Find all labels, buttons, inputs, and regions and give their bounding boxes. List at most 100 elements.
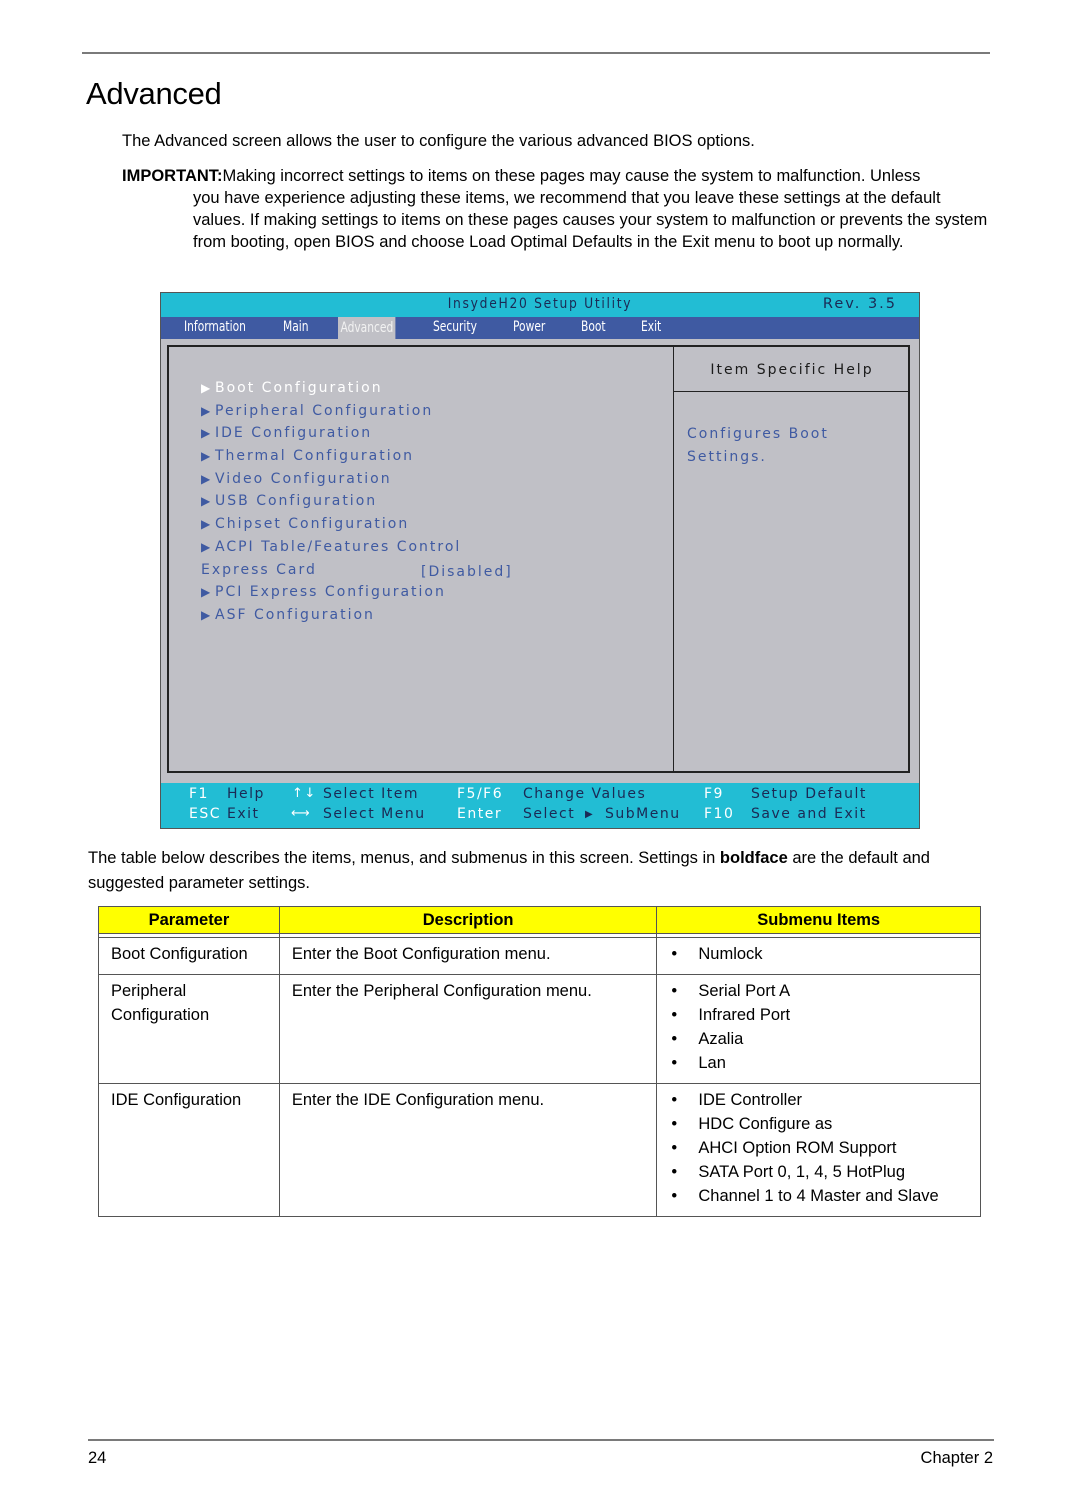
submenu-arrow-icon: ▶ xyxy=(201,539,213,554)
submenu-cell: IDE ControllerHDC Configure asAHCI Optio… xyxy=(656,1083,981,1217)
key-f5f6-desc: Change Values xyxy=(523,786,647,802)
bios-item-value[interactable]: [Disabled] xyxy=(421,564,513,580)
up-down-arrows-icon: ↑↓ xyxy=(292,786,317,801)
bios-item-label: ACPI Table/Features Control xyxy=(215,538,462,555)
help-line-1: Configures Boot xyxy=(687,426,829,442)
bottom-rule xyxy=(88,1439,994,1441)
important-note: IMPORTANT:Making incorrect settings to i… xyxy=(122,165,992,253)
key-f1: F1 xyxy=(189,786,209,802)
bios-main-panel: ▶ Boot Configuration ▶ Peripheral Configura… xyxy=(167,345,910,773)
bios-menu-item[interactable]: ▶ ACPI Table/Features Control xyxy=(201,539,461,562)
table-intro-pre: The table below describes the items, men… xyxy=(88,849,720,867)
submenu-list-item: Serial Port A xyxy=(669,979,968,1003)
bios-menu-item[interactable]: ▶ Boot Configuration xyxy=(201,380,461,403)
submenu-arrow-icon: ▶ xyxy=(201,403,213,418)
bios-menu-item[interactable]: ▶ Thermal Configuration xyxy=(201,448,461,471)
bios-menu-bar: Information Main Advanced Security Power… xyxy=(161,317,919,339)
menu-tab-exit[interactable]: Exit xyxy=(641,319,661,335)
parameter-table: Parameter Description Submenu Items Boot… xyxy=(98,906,981,1217)
table-row: Boot Configuration Enter the Boot Configu… xyxy=(98,937,981,975)
key-f9-desc: Setup Default xyxy=(751,786,867,802)
submenu-list: IDE ControllerHDC Configure asAHCI Optio… xyxy=(669,1088,968,1208)
key-enter: Enter xyxy=(457,806,503,822)
important-label: IMPORTANT: xyxy=(122,167,223,185)
key-f10-desc: Save and Exit xyxy=(751,806,867,822)
key-updown-desc: Select Item xyxy=(323,786,420,802)
bios-item-label: IDE Configuration xyxy=(215,425,373,442)
submenu-list-item: Azalia xyxy=(669,1027,968,1051)
key-legend-row-2: ESC Exit ⟷ Select Menu Enter Select ▶ Su… xyxy=(161,806,919,826)
submenu-list: Serial Port AInfrared PortAzaliaLan xyxy=(669,979,968,1075)
menu-tab-power[interactable]: Power xyxy=(513,319,545,335)
bios-item-label: Express Card xyxy=(201,561,317,578)
key-legend-row-1: F1 Help ↑↓ Select Item F5/F6 Change Valu… xyxy=(161,786,919,806)
important-first-line: Making incorrect settings to items on th… xyxy=(222,167,921,185)
bios-item-label: Chipset Configuration xyxy=(215,516,410,533)
bios-title: InsydeH20 Setup Utility xyxy=(447,296,633,312)
key-enter-desc: Select xyxy=(523,806,576,822)
submenu-list-item: HDC Configure as xyxy=(669,1112,968,1136)
submenu-arrow-icon: ▶ xyxy=(201,607,213,622)
help-text: Configures Boot Settings. xyxy=(687,423,907,469)
key-f5f6: F5/F6 xyxy=(457,786,504,802)
bios-item-label: Thermal Configuration xyxy=(215,448,415,465)
bios-menu-item[interactable]: ▶ PCI Express Configuration xyxy=(201,584,461,607)
bios-key-legend: F1 Help ↑↓ Select Item F5/F6 Change Valu… xyxy=(161,783,919,828)
bios-menu-item[interactable]: ▶ Video Configuration xyxy=(201,471,461,494)
submenu-arrow-icon: ▶ xyxy=(201,449,213,464)
description-cell: Enter the Boot Configuration menu. xyxy=(278,937,658,975)
bios-menu-item[interactable]: ▶ Chipset Configuration xyxy=(201,516,461,539)
table-header-row: Parameter Description Submenu Items xyxy=(98,906,981,934)
header-description: Description xyxy=(278,906,658,934)
bios-revision: Rev. 3.5 xyxy=(822,296,897,312)
table-intro: The table below describes the items, men… xyxy=(88,846,988,896)
bios-menu-item[interactable]: ▶ USB Configuration xyxy=(201,493,461,516)
bios-item-label: ASF Configuration xyxy=(215,606,375,623)
help-title: Item Specific Help xyxy=(710,362,874,378)
submenu-arrow-icon: ▶ xyxy=(201,471,213,486)
key-f9: F9 xyxy=(704,786,724,802)
submenu-list-item: Channel 1 to 4 Master and Slave xyxy=(669,1184,968,1208)
help-header-rule xyxy=(674,391,910,392)
submenu-list-item: Numlock xyxy=(669,942,968,966)
table-intro-bold: boldface xyxy=(719,849,788,867)
panel-divider xyxy=(673,347,674,771)
submenu-arrow-icon: ▶ xyxy=(201,585,213,600)
bios-title-bar: InsydeH20 Setup Utility Rev. 3.5 xyxy=(161,293,919,317)
parameter-cell: IDE Configuration xyxy=(98,1083,280,1217)
submenu-cell: Numlock xyxy=(656,937,981,975)
menu-tab-boot[interactable]: Boot xyxy=(581,319,606,335)
submenu-arrow-icon: ▶ xyxy=(201,494,213,509)
table-row: IDE Configuration Enter the IDE Configura… xyxy=(98,1083,981,1217)
bios-item-list: ▶ Boot Configuration ▶ Peripheral Configura… xyxy=(201,380,511,630)
bios-menu-item[interactable]: ▶ Peripheral Configuration xyxy=(201,403,461,426)
submenu-list-item: SATA Port 0, 1, 4, 5 HotPlug xyxy=(669,1160,968,1184)
key-esc: ESC xyxy=(189,806,222,822)
table-body: Boot Configuration Enter the Boot Configu… xyxy=(98,933,981,1217)
bios-menu-item[interactable]: Express Card [Disabled] xyxy=(201,561,511,585)
submenu-list-item: Infrared Port xyxy=(669,1003,968,1027)
menu-tab-main[interactable]: Main xyxy=(283,319,309,335)
bios-item-label: PCI Express Configuration xyxy=(215,584,446,601)
bios-menu-item[interactable]: ▶ ASF Configuration xyxy=(201,607,461,630)
key-f10: F10 xyxy=(704,806,735,822)
bios-menu-item[interactable]: ▶ IDE Configuration xyxy=(201,425,461,448)
key-leftright-desc: Select Menu xyxy=(323,806,426,822)
menu-tab-advanced[interactable]: Advanced xyxy=(338,317,396,339)
key-f1-desc: Help xyxy=(227,786,265,802)
submenu-list: Numlock xyxy=(669,942,968,966)
page-title: Advanced xyxy=(86,76,222,111)
important-continuation: you have experience adjusting these item… xyxy=(193,189,988,251)
submenu-list-item: IDE Controller xyxy=(669,1088,968,1112)
submenu-arrow-icon: ▶ xyxy=(201,426,213,441)
header-parameter: Parameter xyxy=(98,906,280,934)
bios-item-label: Boot Configuration xyxy=(215,380,383,396)
bios-item-label: Peripheral Configuration xyxy=(215,402,434,419)
bios-screenshot: InsydeH20 Setup Utility Rev. 3.5 Informa… xyxy=(160,292,920,829)
description-cell: Enter the IDE Configuration menu. xyxy=(278,1083,658,1217)
bios-item-label: USB Configuration xyxy=(215,493,378,510)
menu-tab-security[interactable]: Security xyxy=(433,319,477,335)
help-line-2: Settings. xyxy=(687,449,767,465)
key-enter-desc-2: SubMenu xyxy=(605,806,681,822)
menu-tab-information[interactable]: Information xyxy=(184,319,246,335)
